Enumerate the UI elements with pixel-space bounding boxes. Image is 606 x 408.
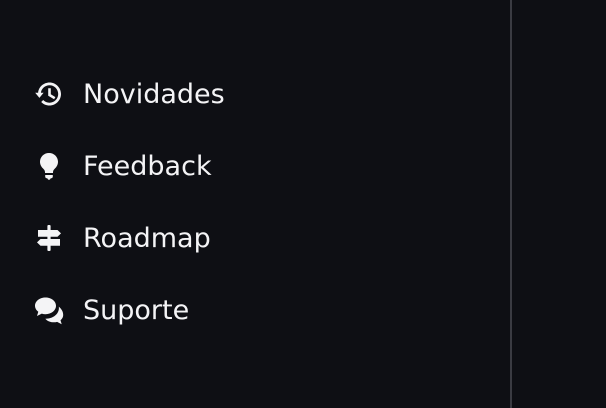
sidebar-item-label: Suporte	[83, 294, 190, 326]
sidebar-item-novidades[interactable]: Novidades	[32, 58, 492, 130]
sidebar-nav: Novidades Feedback Roadmap Suporte	[32, 58, 492, 346]
sidebar-item-label: Roadmap	[83, 222, 211, 254]
sidebar-item-label: Novidades	[83, 78, 225, 110]
lightbulb-icon	[32, 149, 66, 183]
sidebar-item-suporte[interactable]: Suporte	[32, 274, 492, 346]
sidebar: Novidades Feedback Roadmap Suporte	[0, 0, 510, 408]
history-icon	[32, 77, 66, 111]
sidebar-item-label: Feedback	[83, 150, 212, 182]
sidebar-item-roadmap[interactable]: Roadmap	[32, 202, 492, 274]
chat-bubbles-icon	[32, 293, 66, 327]
content-pane	[512, 0, 606, 408]
app-window: Novidades Feedback Roadmap Suporte	[0, 0, 606, 408]
sidebar-item-feedback[interactable]: Feedback	[32, 130, 492, 202]
signpost-icon	[32, 221, 66, 255]
